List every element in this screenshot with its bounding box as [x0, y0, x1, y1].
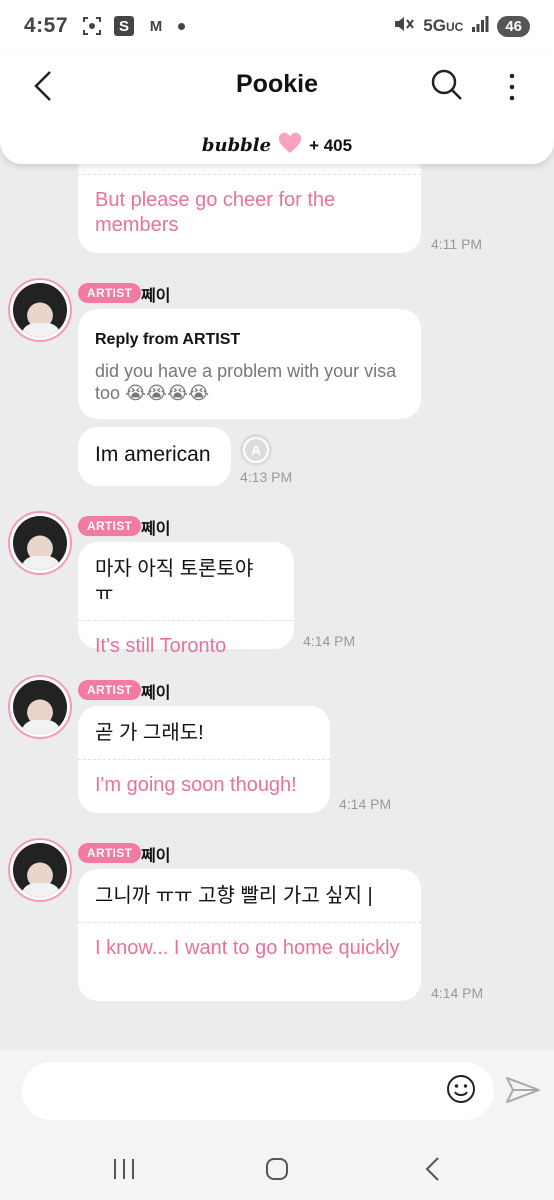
- send-icon: [506, 1077, 540, 1103]
- emoji-icon: [447, 1075, 475, 1103]
- avatar-image: [13, 516, 67, 570]
- recent-apps-button[interactable]: [109, 1154, 139, 1184]
- avatar-shirt: [21, 720, 61, 734]
- avatar-shirt: [21, 883, 61, 897]
- send-button[interactable]: [505, 1075, 541, 1105]
- auto-translate-letter: A: [251, 442, 261, 458]
- message-text: 곧 가 그래도!: [95, 722, 204, 744]
- message-time: 4:14 PM: [303, 633, 356, 649]
- sender-name: 쩨이: [141, 521, 171, 538]
- recent-apps-icon: [114, 1159, 134, 1179]
- artist-message-bubble[interactable]: 곧 가 그래도! I'm going soon though!: [78, 706, 330, 813]
- more-vertical-icon: [509, 73, 515, 101]
- artist-message-bubble[interactable]: 마자 아직 토론토야 ㅠ It's still Toronto: [78, 542, 294, 657]
- chat-title: Pookie: [236, 70, 318, 98]
- back-nav-button[interactable]: [418, 1154, 448, 1184]
- auto-translate-icon[interactable]: A: [240, 434, 272, 466]
- emoji-button[interactable]: [446, 1074, 476, 1104]
- sender-name: 쩨이: [141, 288, 171, 305]
- artist-avatar[interactable]: [8, 838, 72, 902]
- bubble-count: + 405: [309, 135, 353, 155]
- message-time: 4:14 PM: [431, 985, 484, 1001]
- avatar-shirt: [21, 556, 61, 570]
- translation-text: But please go cheer for the members: [95, 189, 336, 236]
- user-message-bubble[interactable]: Im american: [78, 427, 231, 486]
- message-time: 4:11 PM: [431, 236, 483, 252]
- message-time: 4:14 PM: [339, 796, 392, 812]
- translation-text: It's still Toronto: [95, 635, 227, 657]
- message-time: 4:13 PM: [240, 469, 293, 485]
- bubble-brand-label: bubble: [201, 135, 272, 156]
- translation-text: I'm going soon though!: [95, 774, 297, 796]
- message-input-field[interactable]: [22, 1062, 494, 1120]
- artist-avatar[interactable]: [8, 511, 72, 575]
- artist-badge: ARTIST: [78, 680, 142, 700]
- reply-quoted-text: did you have a problem with your visa to…: [95, 361, 397, 403]
- more-options-button[interactable]: [500, 70, 524, 104]
- avatar-image: [13, 680, 67, 734]
- artist-avatar[interactable]: [8, 675, 72, 739]
- translation-text: I know... I want to go home quickly: [95, 937, 400, 959]
- message-text: 마자 아직 토론토야 ㅠ: [95, 558, 254, 605]
- avatar-image: [13, 283, 67, 337]
- system-nav-bar: [0, 1140, 554, 1200]
- reply-header: Reply from ARTIST: [95, 331, 241, 348]
- artist-badge: ARTIST: [78, 283, 142, 303]
- search-button[interactable]: [430, 68, 464, 102]
- artist-message-bubble: But please go cheer for the members: [78, 150, 421, 253]
- home-icon: [266, 1158, 288, 1180]
- search-icon: [431, 69, 462, 100]
- back-nav-icon: [425, 1157, 439, 1181]
- artist-badge: ARTIST: [78, 516, 142, 536]
- sender-name: 쩨이: [141, 685, 171, 702]
- chat-header: Pookie bubble + 405: [0, 52, 554, 164]
- avatar-image: [13, 843, 67, 897]
- artist-badge: ARTIST: [78, 843, 142, 863]
- artist-avatar[interactable]: [8, 278, 72, 342]
- artist-message-bubble[interactable]: 그니까 ㅠㅠ 고향 빨리 가고 싶지 | I know... I want to…: [78, 869, 421, 1001]
- home-button[interactable]: [262, 1154, 292, 1184]
- heart-icon: [277, 132, 303, 159]
- reply-message-bubble[interactable]: Reply from ARTIST did you have a problem…: [78, 309, 421, 419]
- bubble-count-row[interactable]: bubble + 405: [0, 132, 554, 159]
- message-input-bar: [0, 1050, 554, 1140]
- sender-name: 쩨이: [141, 848, 171, 865]
- message-text: 그니까 ㅠㅠ 고향 빨리 가고 싶지 |: [95, 885, 373, 907]
- avatar-shirt: [21, 323, 61, 337]
